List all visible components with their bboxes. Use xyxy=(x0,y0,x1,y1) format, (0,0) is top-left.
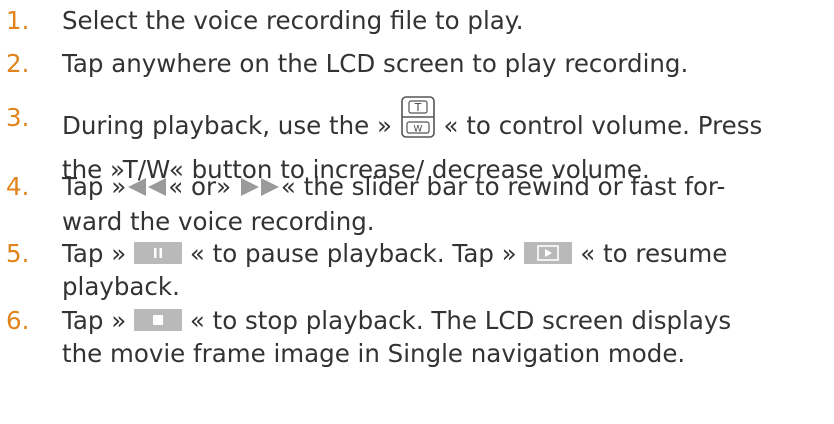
step-text: « to stop playback. The LCD screen displ… xyxy=(189,306,732,335)
zoom-tw-rocker-icon: T W xyxy=(400,95,436,147)
rewind-icon xyxy=(126,172,168,205)
instruction-page: 1. Select the voice recording file to pl… xyxy=(0,0,834,424)
step-number: 6. xyxy=(6,306,30,335)
step-text: Select the voice recording file to play. xyxy=(62,6,524,35)
stop-icon xyxy=(134,309,183,331)
step-text: the movie frame image in Single navigati… xyxy=(62,339,686,368)
pause-icon xyxy=(134,242,183,264)
step-text: « the slider bar to rewind or fast for- xyxy=(280,172,726,201)
step-text: « to resume xyxy=(580,239,728,268)
step-text: Tap anywhere on the LCD screen to play r… xyxy=(62,49,689,78)
step-number: 2. xyxy=(6,49,30,78)
step-text: Tap » xyxy=(62,239,127,268)
step-text: « to pause playback. Tap » xyxy=(189,239,517,268)
step-text: playback. xyxy=(62,272,180,301)
svg-text:T: T xyxy=(413,101,421,114)
step-text: « to control volume. Press xyxy=(443,111,763,140)
play-icon xyxy=(524,242,573,264)
step-text: Tap » xyxy=(62,172,127,201)
step-text: Tap » xyxy=(62,306,127,335)
svg-text:W: W xyxy=(413,125,422,135)
step-number: 1. xyxy=(6,6,30,35)
step-number: 4. xyxy=(6,172,30,201)
step-text: During playback, use the » xyxy=(62,111,392,140)
step-number: 3. xyxy=(6,103,30,132)
step-text: ward the voice recording. xyxy=(62,206,375,236)
step-number: 5. xyxy=(6,239,30,268)
step-text: « or» xyxy=(168,172,232,201)
fast-forward-icon xyxy=(239,172,281,205)
